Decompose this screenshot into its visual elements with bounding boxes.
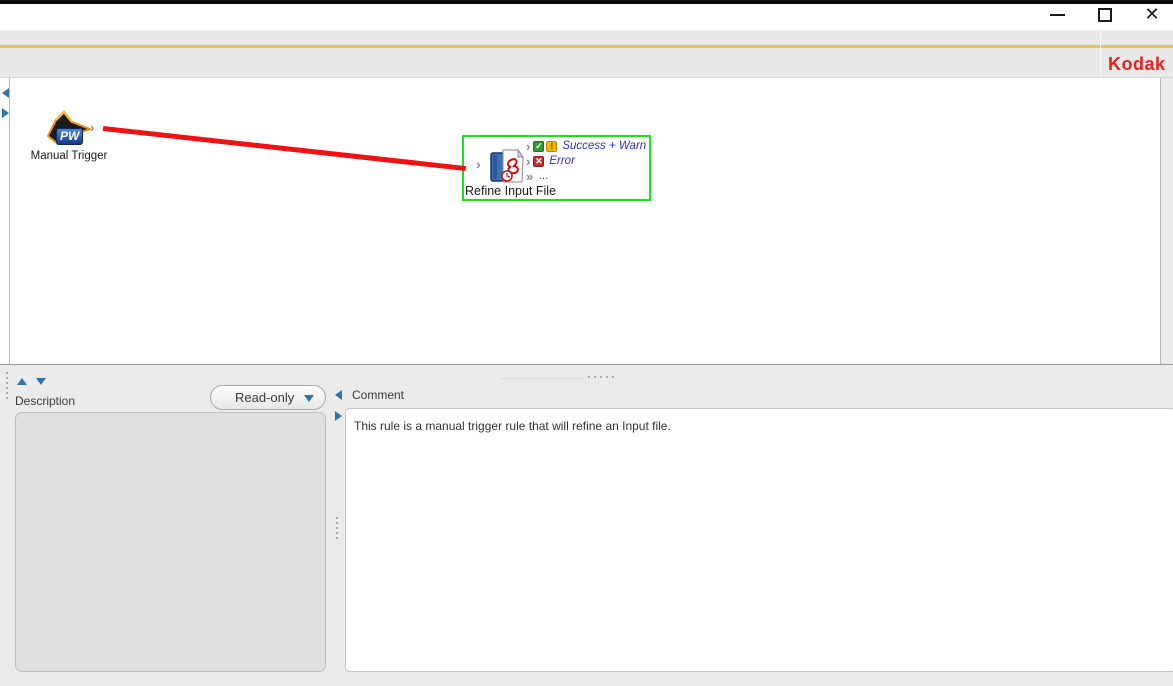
node-label: Refine Input File [465, 184, 559, 198]
splitter-grip-handle[interactable] [588, 376, 614, 378]
node-label: Manual Trigger [26, 150, 112, 162]
toolbar-divider [1100, 30, 1101, 78]
success-status-icon: ✓ [533, 141, 544, 152]
input-port-icon[interactable]: › [476, 156, 481, 172]
mode-dropdown-value: Read-only [211, 390, 294, 405]
sort-down-icon[interactable] [36, 378, 46, 385]
collapse-left-icon[interactable] [2, 88, 9, 98]
output-port-icon[interactable]: › [90, 121, 94, 134]
comment-textarea[interactable]: This rule is a manual trigger rule that … [345, 408, 1173, 672]
port-success-warn[interactable]: › ✓ ! Success + Warn [526, 139, 646, 153]
sort-up-icon[interactable] [17, 378, 27, 385]
workflow-canvas[interactable] [10, 78, 1161, 364]
node-manual-trigger[interactable]: PW › Manual Trigger [26, 108, 112, 166]
close-button[interactable]: ✕ [1141, 2, 1163, 26]
port-label: ... [539, 170, 549, 182]
error-status-icon: ✕ [533, 156, 544, 167]
double-chevron-icon: » [526, 171, 533, 182]
port-more[interactable]: » ... [526, 169, 549, 183]
warn-status-icon: ! [546, 141, 557, 152]
mode-dropdown[interactable]: Read-only [210, 385, 326, 410]
node-refine-input-file[interactable]: › › ✓ ! Success + Warn › ✕ Error » ... R… [462, 135, 651, 201]
description-textarea [15, 412, 326, 672]
chevron-icon: › [526, 156, 530, 167]
refine-file-icon [490, 148, 525, 185]
pw-badge: PW [56, 128, 83, 145]
port-label: Success + Warn [562, 140, 646, 152]
minimize-button[interactable] [1050, 14, 1065, 16]
canvas-right-margin [1162, 78, 1173, 364]
comment-label: Comment [352, 388, 404, 402]
expand-right-icon[interactable] [335, 411, 342, 421]
port-label: Error [549, 155, 575, 167]
chevron-icon: › [526, 141, 530, 152]
toolbar-band [0, 30, 1173, 78]
accent-line [0, 45, 1173, 48]
horizontal-splitter[interactable] [500, 378, 584, 379]
kodak-logo: Kodak [1108, 54, 1168, 76]
titlebar [0, 4, 1173, 30]
description-label: Description [15, 394, 75, 408]
port-error[interactable]: › ✕ Error [526, 154, 575, 168]
expand-right-icon[interactable] [2, 108, 9, 118]
splitter-grip-handle[interactable] [336, 517, 338, 539]
collapse-left-icon[interactable] [335, 390, 342, 400]
chevron-down-icon [304, 395, 314, 402]
maximize-button[interactable] [1098, 8, 1112, 22]
panel-grip-handle[interactable] [6, 372, 8, 399]
